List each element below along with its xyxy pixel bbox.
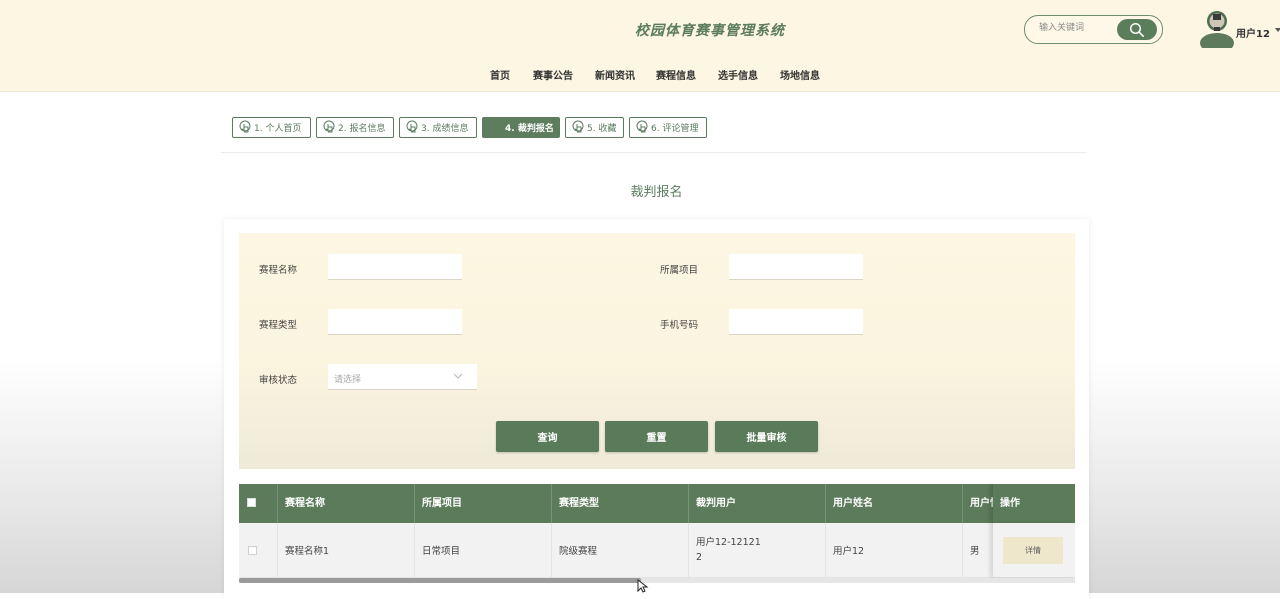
divider (221, 152, 1087, 153)
tab-profile[interactable]: 1. 个人首页 (232, 117, 311, 138)
nav-item-players[interactable]: 选手信息 (718, 67, 758, 82)
col-user-name: 用户姓名 (825, 484, 962, 523)
event-name-label: 赛程名称 (259, 265, 298, 276)
tab-registration[interactable]: 2. 报名信息 (316, 117, 394, 138)
tab-comments[interactable]: 6. 评论管理 (629, 117, 707, 138)
nav-item-announcements[interactable]: 赛事公告 (533, 67, 573, 82)
tab-label: 2. 报名信息 (338, 124, 386, 134)
avatar (1200, 11, 1234, 48)
tab-referee-registration[interactable]: 4. 裁判报名 (482, 117, 560, 138)
cell-user-name: 用户12 (825, 523, 962, 577)
nav-item-home[interactable]: 首页 (490, 67, 510, 82)
cell-project: 日常项目 (414, 523, 551, 577)
referee-user-line1: 用户12-12121 (696, 537, 761, 548)
status-select-placeholder: 请选择 (334, 375, 362, 385)
event-name-input[interactable] (328, 254, 462, 280)
reset-button[interactable]: 重置 (605, 421, 708, 452)
cell-event-type: 院级赛程 (551, 523, 688, 577)
table-row: 赛程名称1 日常项目 院级赛程 用户12-12121 2 用户12 男 (239, 523, 1075, 578)
chevron-down-icon (453, 373, 463, 379)
col-referee-user: 裁判用户 (688, 484, 825, 523)
mouse-cursor-icon (637, 579, 649, 593)
search-button[interactable] (1117, 19, 1157, 40)
site-header: 校园体育赛事管理系统 用户12 首页 赛事公告 新闻资讯 赛程信息 选手信息 场… (0, 0, 1280, 92)
scrollbar-thumb[interactable] (239, 578, 641, 583)
main-nav: 首页 赛事公告 新闻资讯 赛程信息 选手信息 场地信息 (0, 67, 1280, 83)
search-box (1024, 15, 1163, 44)
fixed-operation-column: 操作 详情 (993, 484, 1075, 577)
batch-review-button[interactable]: 批量审核 (715, 421, 818, 452)
tab-label: 1. 个人首页 (254, 124, 302, 134)
tab-label: 6. 评论管理 (651, 124, 699, 134)
status-label: 审核状态 (259, 375, 298, 386)
phone-input[interactable] (729, 309, 863, 335)
data-table: 赛程名称 所属项目 赛程类型 裁判用户 用户姓名 用户性别 赛程名称1 日常项目… (239, 484, 1075, 580)
col-project: 所属项目 (414, 484, 551, 523)
cell-operation: 详情 (993, 523, 1075, 577)
tab-label: 3. 成绩信息 (421, 124, 469, 134)
cell-event-name: 赛程名称1 (277, 523, 414, 577)
tab-label: 4. 裁判报名 (505, 124, 554, 134)
horizontal-scrollbar[interactable] (239, 578, 1075, 583)
row-checkbox[interactable] (248, 545, 257, 555)
nav-item-news[interactable]: 新闻资讯 (595, 67, 635, 82)
nav-item-venues[interactable]: 场地信息 (780, 67, 820, 82)
detail-button[interactable]: 详情 (1003, 537, 1063, 564)
page-title: 裁判报名 (630, 185, 683, 200)
select-all-cell (239, 484, 277, 523)
phone-label: 手机号码 (660, 320, 699, 331)
col-event-type: 赛程类型 (551, 484, 688, 523)
hand-pointer-icon (636, 120, 648, 133)
search-icon (1129, 22, 1144, 37)
hand-pointer-icon (572, 120, 584, 133)
table-header: 赛程名称 所属项目 赛程类型 裁判用户 用户姓名 用户性别 (239, 484, 1075, 523)
query-button[interactable]: 查询 (496, 421, 599, 452)
search-input[interactable] (1037, 22, 1121, 34)
col-operation: 操作 (993, 484, 1075, 523)
user-name: 用户12 (1236, 29, 1270, 40)
project-label: 所属项目 (660, 265, 699, 276)
event-type-input[interactable] (328, 309, 462, 335)
referee-user-line2: 2 (696, 552, 703, 563)
hand-pointer-icon (239, 120, 251, 133)
col-event-name: 赛程名称 (277, 484, 414, 523)
nav-item-schedule[interactable]: 赛程信息 (656, 67, 696, 82)
row-select-cell (239, 523, 277, 577)
hand-pointer-icon (406, 120, 418, 133)
event-type-label: 赛程类型 (259, 320, 298, 331)
status-select[interactable]: 请选择 (328, 364, 477, 390)
cell-referee-user: 用户12-12121 2 (688, 523, 825, 577)
project-input[interactable] (729, 254, 863, 280)
tab-label: 5. 收藏 (587, 124, 617, 134)
chevron-down-icon (1275, 28, 1280, 32)
hand-pointer-icon (323, 120, 335, 133)
tab-favorites[interactable]: 5. 收藏 (565, 117, 624, 138)
tab-scores[interactable]: 3. 成绩信息 (399, 117, 477, 138)
select-all-checkbox[interactable] (247, 498, 256, 507)
user-menu[interactable]: 用户12 (1199, 10, 1280, 50)
